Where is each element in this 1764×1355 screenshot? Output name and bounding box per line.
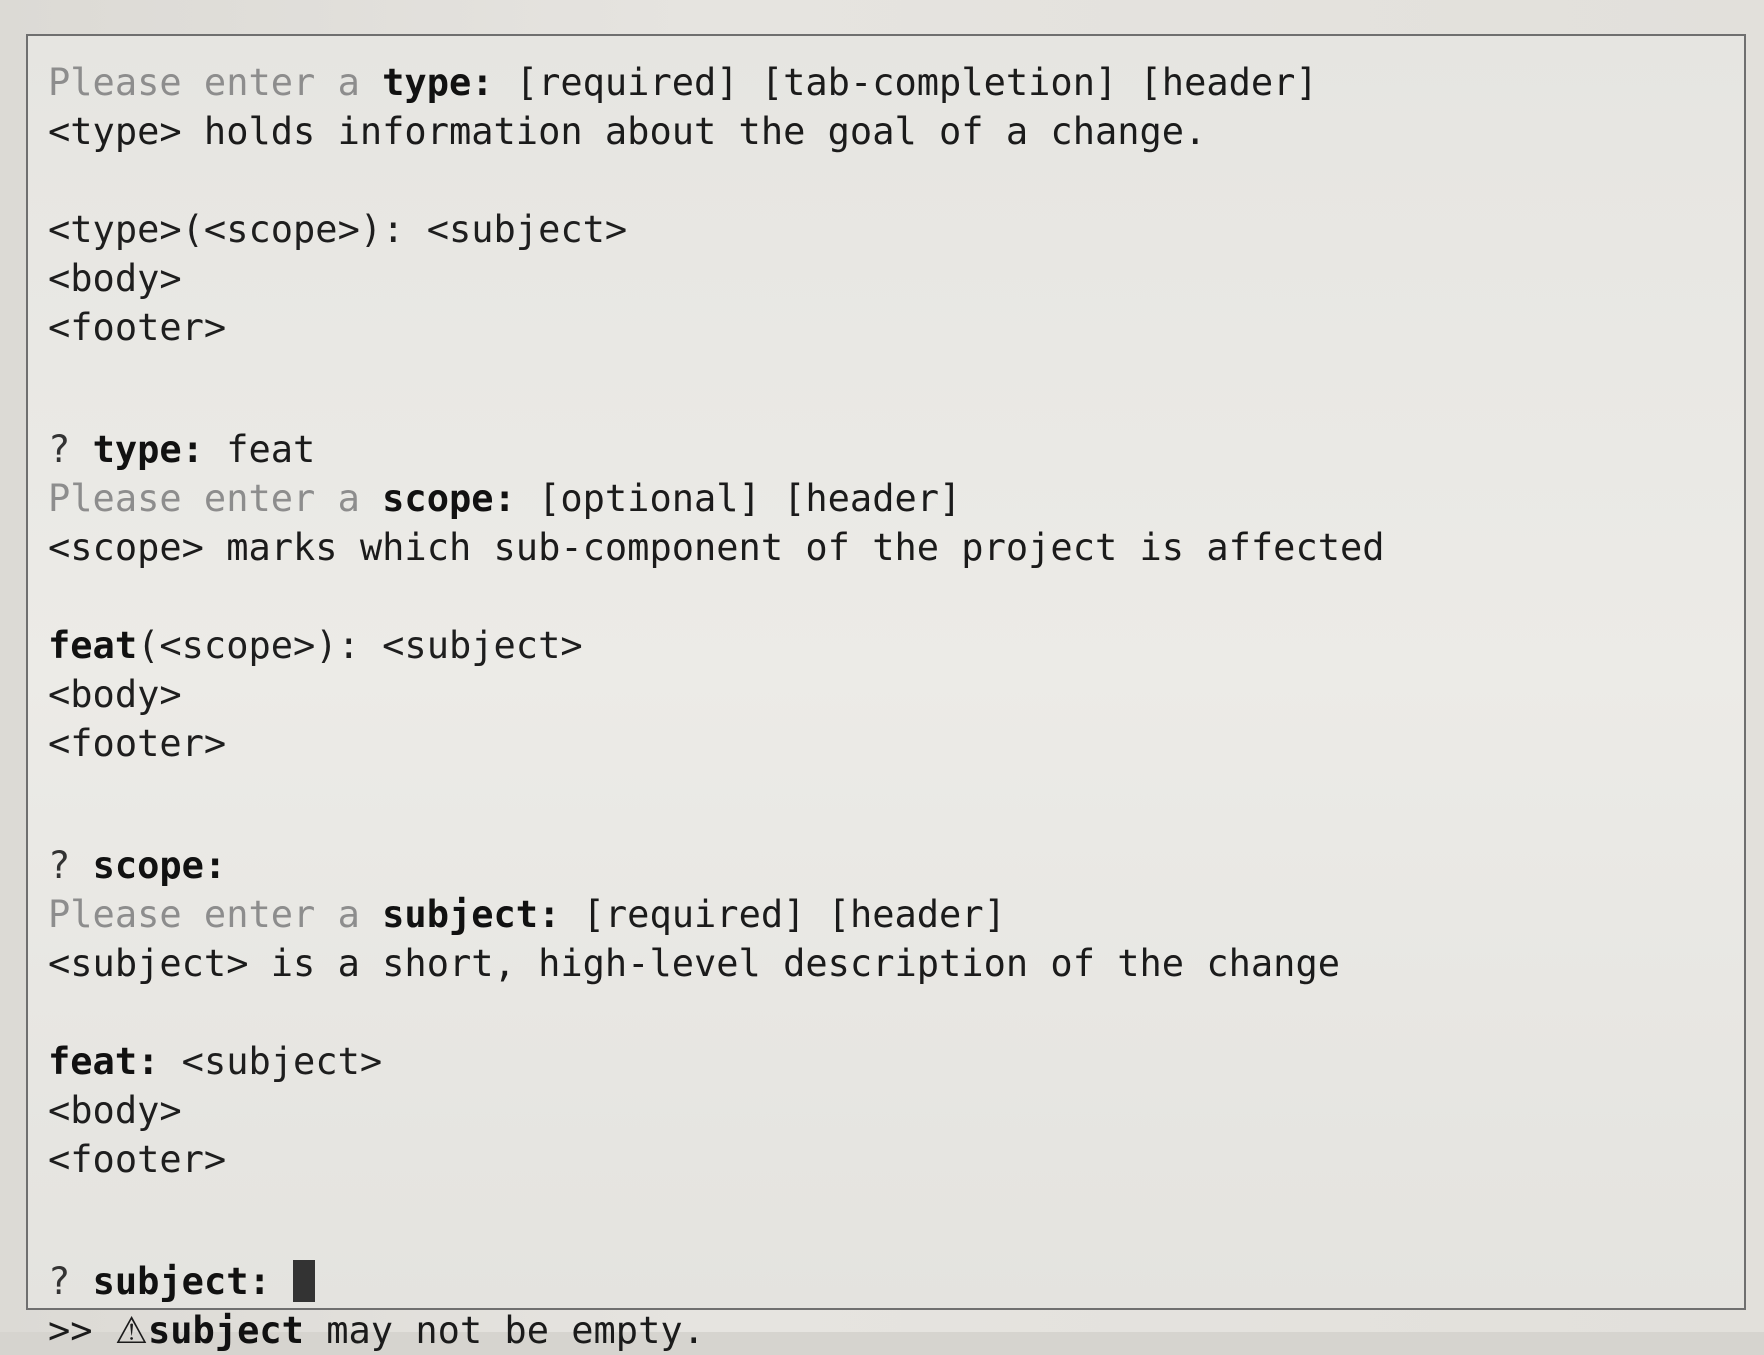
prompt-field: scope:: [382, 477, 516, 520]
warning-icon: ⚠: [114, 1309, 148, 1352]
type-template-body: <body>: [48, 257, 182, 300]
scope-template-head: feat(<scope>): <subject>: [48, 621, 1724, 670]
template-rest: (<scope>): <subject>: [137, 624, 583, 667]
prompt-tags: [required] [header]: [560, 893, 1006, 936]
terminal-output: Please enter a type: [required] [tab-com…: [48, 58, 1724, 1355]
subject-input-line[interactable]: ? subject:: [48, 1257, 1724, 1306]
prompt-field: subject:: [382, 893, 561, 936]
question-marker: ?: [48, 428, 93, 471]
error-field: subject: [148, 1309, 304, 1352]
scope-answer-line: ? scope:: [48, 841, 1724, 890]
page: Please enter a type: [required] [tab-com…: [0, 0, 1764, 1352]
question-marker: ?: [48, 844, 93, 887]
scope-template-footer: <footer>: [48, 722, 227, 765]
type-answer-line: ? type: feat: [48, 425, 1724, 474]
type-prompt-line: Please enter a type: [required] [tab-com…: [48, 58, 1724, 107]
type-template-head: <type>(<scope>): <subject>: [48, 208, 628, 251]
template-type: feat: [48, 624, 138, 667]
answer-field: type:: [92, 428, 204, 471]
answer-field: scope:: [92, 844, 227, 887]
error-prefix: >>: [48, 1309, 115, 1352]
template-type: feat:: [48, 1040, 160, 1083]
subject-help-line: <subject> is a short, high-level descrip…: [48, 942, 1341, 985]
prompt-tags: [optional] [header]: [515, 477, 962, 520]
prompt-prefix: Please enter a: [48, 61, 383, 104]
prompt-tags: [required] [tab-completion] [header]: [493, 61, 1318, 104]
subject-template-footer: <footer>: [48, 1138, 227, 1181]
type-template-footer: <footer>: [48, 306, 227, 349]
subject-template-body: <body>: [48, 1089, 182, 1132]
answer-value: feat: [203, 428, 316, 471]
terminal-window[interactable]: Please enter a type: [required] [tab-com…: [26, 34, 1746, 1352]
scope-help-line: <scope> marks which sub-component of the…: [48, 526, 1385, 569]
text-cursor[interactable]: [293, 1260, 316, 1302]
scope-prompt-line: Please enter a scope: [optional] [header…: [48, 474, 1724, 523]
template-rest: <subject>: [159, 1040, 383, 1083]
prompt-prefix: Please enter a: [48, 477, 383, 520]
answer-field: subject:: [92, 1260, 271, 1303]
scope-template-body: <body>: [48, 673, 182, 716]
subject-template-head: feat: <subject>: [48, 1037, 1724, 1086]
error-message: may not be empty.: [303, 1309, 705, 1352]
subject-prompt-line: Please enter a subject: [required] [head…: [48, 890, 1724, 939]
type-help-line: <type> holds information about the goal …: [48, 110, 1207, 153]
prompt-field: type:: [382, 61, 494, 104]
error-line: >> ⚠subject may not be empty.: [48, 1306, 1724, 1355]
prompt-prefix: Please enter a: [48, 893, 383, 936]
question-marker: ?: [48, 1260, 93, 1303]
